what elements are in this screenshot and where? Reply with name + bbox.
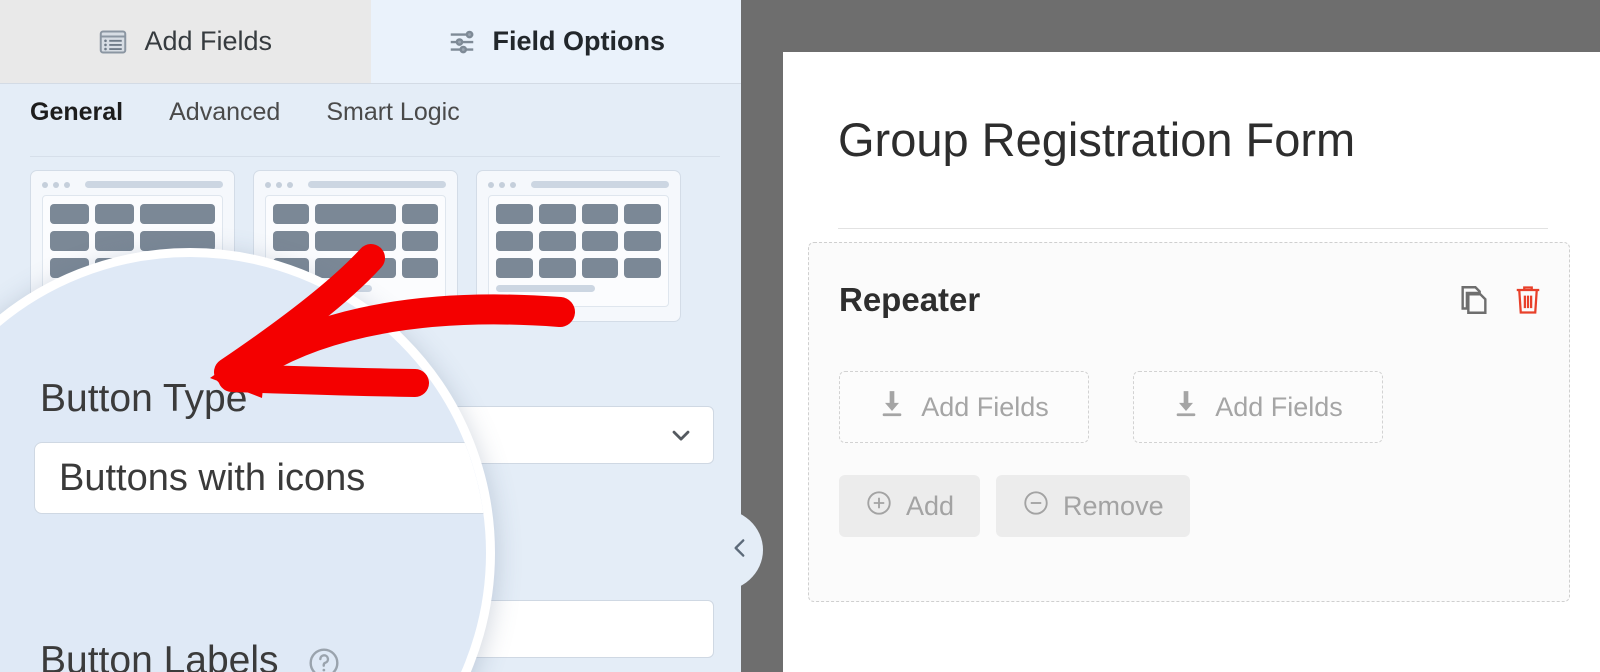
circle-minus-icon [1022, 489, 1050, 524]
trash-icon[interactable] [1513, 283, 1543, 317]
tab-field-options-label: Field Options [492, 26, 666, 56]
subtab-advanced[interactable]: Advanced [145, 98, 302, 145]
thumbnail-titlebar-bar [85, 181, 223, 188]
repeater-actions [1457, 283, 1543, 317]
dropzone-add-fields-2[interactable]: Add Fields [1133, 371, 1383, 443]
thumbnail-titlebar-bar [531, 181, 669, 188]
duplicate-icon[interactable] [1457, 283, 1491, 317]
add-row-button[interactable]: Add [839, 475, 981, 537]
thumbnail-footer-bar [496, 285, 595, 292]
help-circle-icon[interactable] [307, 646, 341, 672]
window-dot-icon [499, 181, 505, 188]
magnified-button-type-select[interactable]: Buttons with icons [34, 442, 486, 514]
thumbnail-body [488, 195, 669, 307]
thumbnail-titlebar [488, 181, 669, 188]
add-row-label: Add [906, 490, 955, 521]
magnified-button-type-label: Button Type [40, 377, 247, 421]
panel-tabbar: Add Fields Field Options [0, 0, 741, 84]
window-dot-icon [42, 181, 48, 188]
dropzone-add-fields-1[interactable]: Add Fields [839, 371, 1089, 443]
thumbnail-titlebar [42, 181, 223, 188]
window-dot-icon [53, 181, 59, 188]
window-dot-icon [510, 181, 516, 188]
download-arrow-icon [879, 390, 905, 425]
magnifier-content: Button Type Buttons with icons Button La… [0, 257, 486, 672]
title-divider [838, 228, 1548, 229]
thumbnail-titlebar [265, 181, 446, 188]
button-type-label: Button Type [40, 377, 248, 420]
sliders-icon [447, 27, 477, 57]
list-fields-icon [98, 27, 128, 57]
window-dot-icon [287, 181, 293, 188]
button-labels-label: Button Labels [40, 639, 279, 672]
layout-option-4-equal-columns[interactable] [476, 170, 681, 322]
repeater-title: Repeater [839, 281, 981, 318]
download-arrow-icon [1173, 390, 1199, 425]
subtab-advanced-label: Advanced [169, 97, 281, 126]
panel-subtabs: General Advanced Smart Logic [0, 84, 741, 158]
repeater-field-block[interactable]: Repeater Add Fields Add Fields Add Remov… [808, 242, 1570, 602]
tab-field-options[interactable]: Field Options [370, 0, 741, 84]
dropzone-label: Add Fields [1215, 391, 1343, 422]
window-dot-icon [488, 181, 494, 188]
subtabs-divider [30, 156, 720, 157]
thumbnail-titlebar-bar [308, 181, 446, 188]
subtab-general[interactable]: General [30, 98, 145, 145]
subtab-general-label: General [30, 97, 124, 126]
window-dot-icon [64, 181, 70, 188]
tab-add-fields[interactable]: Add Fields [0, 0, 371, 84]
chevron-down-icon [667, 421, 695, 449]
screenshot-root: Group Registration Form Repeater Add Fie… [0, 0, 1600, 672]
window-dot-icon [276, 181, 282, 188]
form-preview-panel: Group Registration Form Repeater Add Fie… [783, 52, 1600, 672]
chevron-left-icon [727, 535, 753, 566]
repeater-dropzones: Add Fields Add Fields [839, 371, 1383, 443]
tab-add-fields-label: Add Fields [144, 26, 273, 56]
remove-row-label: Remove [1063, 490, 1164, 521]
window-dot-icon [265, 181, 271, 188]
subtab-smart-logic-label: Smart Logic [326, 97, 460, 126]
subtab-smart-logic[interactable]: Smart Logic [302, 98, 481, 145]
page-title: Group Registration Form [838, 113, 1356, 166]
magnifier-overlay: Button Type Buttons with icons Button La… [0, 248, 495, 672]
dropzone-label: Add Fields [921, 391, 1049, 422]
repeater-row-buttons: Add Remove [839, 475, 1190, 537]
magnified-button-labels-label: Button Labels [40, 639, 341, 672]
button-type-selected-value: Buttons with icons [59, 456, 366, 499]
remove-row-button[interactable]: Remove [996, 475, 1190, 537]
circle-plus-icon [865, 489, 893, 524]
